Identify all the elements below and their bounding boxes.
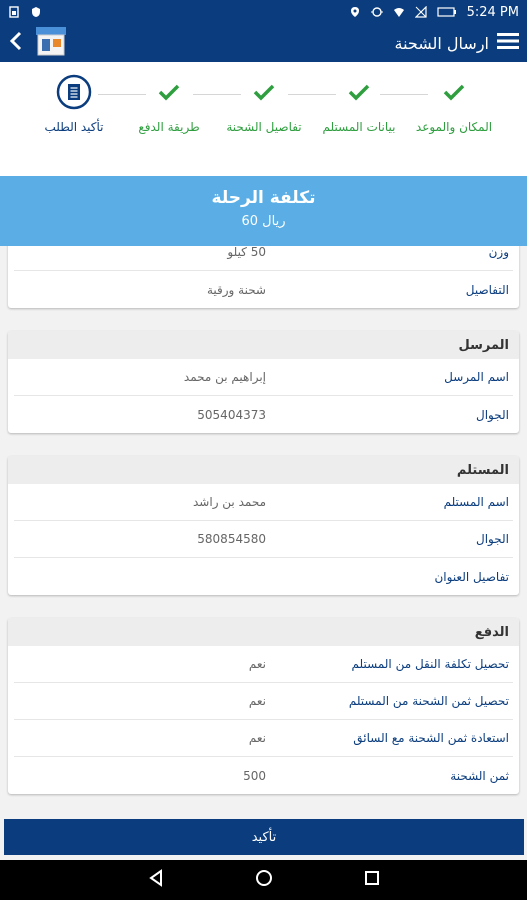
step-confirm[interactable]: تأكيد الطلب (24, 74, 124, 134)
row-value: إبراهيم بن محمد (183, 370, 266, 384)
detail-row: التفاصيل شحنة ورقية (14, 271, 513, 308)
store-icon[interactable] (34, 26, 68, 60)
signal-icon (414, 5, 427, 18)
vibrate-icon (370, 6, 383, 18)
check-icon (253, 83, 275, 105)
check-icon (443, 83, 465, 105)
nav-home-icon[interactable] (255, 869, 273, 891)
sender-card: المرسل اسم المرسل إبراهيم بن محمد الجوال… (8, 331, 519, 433)
row-value: نعم (248, 694, 266, 708)
wifi-icon (393, 6, 405, 18)
sim-icon (8, 6, 20, 18)
row-label: تفاصيل العنوان (434, 569, 509, 584)
battery-icon (437, 6, 457, 18)
row-value: 580854580 (197, 532, 266, 546)
shield-icon (30, 6, 42, 18)
card-title: المرسل (8, 331, 519, 359)
row-label: ثمن الشحنة (450, 768, 509, 783)
nav-back-icon[interactable] (147, 869, 165, 891)
detail-row: اسم المستلم محمد بن راشد (14, 484, 513, 521)
shipment-details-card: وزن 50 كيلو التفاصيل شحنة ورقية (8, 246, 519, 308)
row-label: استعادة ثمن الشحنة مع السائق (353, 731, 509, 745)
step-label: بيانات المستلم (322, 120, 396, 134)
nav-recents-icon[interactable] (363, 869, 381, 891)
step-label: تفاصيل الشحنة (226, 120, 302, 134)
confirm-button[interactable]: تأكيد (4, 819, 524, 855)
detail-row: تحصيل ثمن الشحنة من المستلم نعم (14, 683, 513, 720)
detail-row: ثمن الشحنة 500 (14, 757, 513, 794)
location-icon (349, 6, 361, 18)
row-value: 500 (243, 768, 266, 783)
row-label: تحصيل تكلفة النقل من المستلم (351, 657, 509, 671)
progress-stepper: المكان والموعد بيانات المستلم تفاصيل الش… (0, 62, 527, 176)
trip-cost-banner: تكلفة الرحلة ريال 60 (0, 176, 527, 246)
step-label: المكان والموعد (415, 120, 493, 134)
trip-cost-value: ريال 60 (241, 214, 286, 229)
trip-cost-title: تكلفة الرحلة (211, 188, 316, 208)
detail-row: تحصيل تكلفة النقل من المستلم نعم (14, 646, 513, 683)
row-value: محمد بن راشد (193, 495, 266, 509)
check-icon (348, 83, 370, 105)
row-value: 505404373 (197, 407, 266, 422)
page-title: ارسال الشحنة (394, 33, 490, 53)
detail-row: الجوال 580854580 (14, 521, 513, 558)
detail-row: الجوال 505404373 (14, 396, 513, 433)
row-label: الجوال (476, 532, 509, 546)
system-nav-bar (0, 860, 527, 900)
app-bar: ارسال الشحنة (0, 24, 527, 62)
row-label: اسم المرسل (444, 370, 509, 384)
row-value: شحنة ورقية (206, 282, 266, 297)
details-scroll-area[interactable]: وزن 50 كيلو التفاصيل شحنة ورقية المرسل ا… (0, 246, 527, 818)
back-arrow-icon[interactable] (8, 30, 24, 56)
card-title: الدفع (8, 618, 519, 646)
check-icon (158, 83, 180, 105)
detail-row: وزن 50 كيلو (14, 246, 513, 271)
detail-row: تفاصيل العنوان (14, 558, 513, 595)
step-label: تأكيد الطلب (44, 120, 104, 134)
row-value: نعم (248, 657, 266, 671)
row-value: 50 كيلو (227, 246, 266, 259)
step-payment[interactable]: طريقة الدفع (119, 76, 219, 134)
step-location[interactable]: المكان والموعد (404, 76, 504, 134)
row-label: تحصيل ثمن الشحنة من المستلم (348, 694, 509, 708)
receiver-card: المستلم اسم المستلم محمد بن راشد الجوال … (8, 456, 519, 595)
step-shipment[interactable]: تفاصيل الشحنة (214, 76, 314, 134)
detail-row: اسم المرسل إبراهيم بن محمد (14, 359, 513, 396)
document-icon (56, 74, 92, 114)
row-label: اسم المستلم (443, 495, 509, 509)
payment-card: الدفع تحصيل تكلفة النقل من المستلم نعم ت… (8, 618, 519, 794)
row-label: التفاصيل (465, 282, 509, 297)
card-title: المستلم (8, 456, 519, 484)
detail-row: استعادة ثمن الشحنة مع السائق نعم (14, 720, 513, 757)
status-time: 5:24 PM (466, 4, 519, 20)
row-label: وزن (488, 246, 509, 259)
step-label: طريقة الدفع (138, 120, 200, 134)
row-label: الجوال (476, 407, 509, 422)
menu-icon[interactable] (497, 32, 519, 54)
status-bar: 5:24 PM (0, 0, 527, 24)
step-receiver[interactable]: بيانات المستلم (309, 76, 409, 134)
row-value: نعم (248, 731, 266, 745)
